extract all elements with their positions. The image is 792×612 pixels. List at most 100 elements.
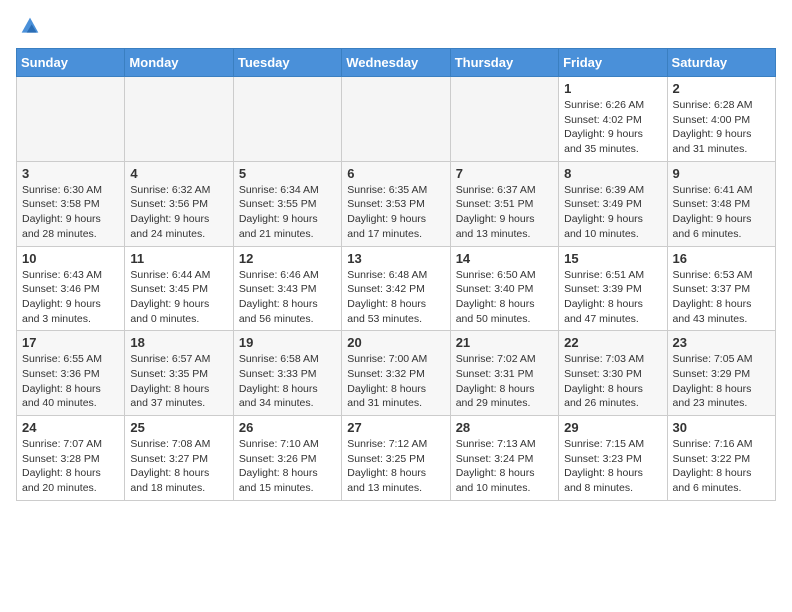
header-tuesday: Tuesday (233, 49, 341, 77)
calendar-cell: 10 Sunrise: 6:43 AMSunset: 3:46 PMDayligh… (17, 246, 125, 331)
calendar-cell: 12Sunrise: 6:46 AMSunset: 3:43 PMDayligh… (233, 246, 341, 331)
day-info: Sunrise: 7:12 AMSunset: 3:25 PMDaylight:… (347, 437, 444, 496)
calendar-cell: 18 Sunrise: 6:57 AMSunset: 3:35 PMDayligh… (125, 331, 233, 416)
calendar-week-1: 1 Sunrise: 6:26 AMSunset: 4:02 PMDaylight… (17, 77, 776, 162)
calendar-cell: 15Sunrise: 6:51 AMSunset: 3:39 PMDayligh… (559, 246, 667, 331)
day-number: 5 (239, 166, 336, 181)
day-info: Sunrise: 6:37 AMSunset: 3:51 PMDaylight:… (456, 183, 553, 242)
day-number: 3 (22, 166, 119, 181)
day-number: 24 (22, 420, 119, 435)
day-info: Sunrise: 6:30 AMSunset: 3:58 PMDaylight:… (22, 183, 119, 242)
day-info: Sunrise: 7:10 AMSunset: 3:26 PMDaylight:… (239, 437, 336, 496)
header-wednesday: Wednesday (342, 49, 450, 77)
day-number: 22 (564, 335, 661, 350)
day-info: Sunrise: 6:58 AMSunset: 3:33 PMDaylight:… (239, 352, 336, 411)
day-number: 11 (130, 251, 227, 266)
calendar-cell (17, 77, 125, 162)
day-info: Sunrise: 7:00 AMSunset: 3:32 PMDaylight:… (347, 352, 444, 411)
day-number: 12 (239, 251, 336, 266)
day-number: 27 (347, 420, 444, 435)
day-info: Sunrise: 7:15 AMSunset: 3:23 PMDaylight:… (564, 437, 661, 496)
calendar-cell: 17 Sunrise: 6:55 AMSunset: 3:36 PMDayligh… (17, 331, 125, 416)
calendar-cell: 8 Sunrise: 6:39 AMSunset: 3:49 PMDaylight… (559, 161, 667, 246)
day-info: Sunrise: 7:07 AMSunset: 3:28 PMDaylight:… (22, 437, 119, 496)
day-number: 28 (456, 420, 553, 435)
calendar-cell: 20 Sunrise: 7:00 AMSunset: 3:32 PMDayligh… (342, 331, 450, 416)
day-info: Sunrise: 7:16 AMSunset: 3:22 PMDaylight:… (673, 437, 770, 496)
calendar-cell: 19 Sunrise: 6:58 AMSunset: 3:33 PMDayligh… (233, 331, 341, 416)
day-info: Sunrise: 6:44 AMSunset: 3:45 PMDaylight:… (130, 268, 227, 327)
calendar-cell: 30Sunrise: 7:16 AMSunset: 3:22 PMDayligh… (667, 416, 775, 501)
day-info: Sunrise: 6:48 AMSunset: 3:42 PMDaylight:… (347, 268, 444, 327)
day-info: Sunrise: 7:13 AMSunset: 3:24 PMDaylight:… (456, 437, 553, 496)
calendar-cell: 6Sunrise: 6:35 AMSunset: 3:53 PMDaylight… (342, 161, 450, 246)
header-saturday: Saturday (667, 49, 775, 77)
day-number: 9 (673, 166, 770, 181)
calendar-cell: 23 Sunrise: 7:05 AMSunset: 3:29 PMDayligh… (667, 331, 775, 416)
day-number: 21 (456, 335, 553, 350)
calendar-header-row: SundayMondayTuesdayWednesdayThursdayFrid… (17, 49, 776, 77)
day-number: 18 (130, 335, 227, 350)
calendar-cell (125, 77, 233, 162)
calendar-cell: 27 Sunrise: 7:12 AMSunset: 3:25 PMDayligh… (342, 416, 450, 501)
day-info: Sunrise: 6:34 AMSunset: 3:55 PMDaylight:… (239, 183, 336, 242)
day-number: 2 (673, 81, 770, 96)
day-number: 25 (130, 420, 227, 435)
day-number: 1 (564, 81, 661, 96)
header-monday: Monday (125, 49, 233, 77)
day-number: 17 (22, 335, 119, 350)
calendar-week-4: 17 Sunrise: 6:55 AMSunset: 3:36 PMDayligh… (17, 331, 776, 416)
day-number: 19 (239, 335, 336, 350)
calendar-cell: 14Sunrise: 6:50 AMSunset: 3:40 PMDayligh… (450, 246, 558, 331)
calendar-cell: 7 Sunrise: 6:37 AMSunset: 3:51 PMDaylight… (450, 161, 558, 246)
page-header (16, 16, 776, 36)
day-number: 29 (564, 420, 661, 435)
day-number: 23 (673, 335, 770, 350)
calendar-cell: 5 Sunrise: 6:34 AMSunset: 3:55 PMDaylight… (233, 161, 341, 246)
day-info: Sunrise: 6:50 AMSunset: 3:40 PMDaylight:… (456, 268, 553, 327)
calendar-cell (233, 77, 341, 162)
day-info: Sunrise: 6:43 AMSunset: 3:46 PMDaylight:… (22, 268, 119, 327)
day-info: Sunrise: 6:32 AMSunset: 3:56 PMDaylight:… (130, 183, 227, 242)
logo (16, 16, 42, 36)
header-thursday: Thursday (450, 49, 558, 77)
calendar-cell: 3 Sunrise: 6:30 AMSunset: 3:58 PMDaylight… (17, 161, 125, 246)
calendar-cell: 25 Sunrise: 7:08 AMSunset: 3:27 PMDayligh… (125, 416, 233, 501)
day-info: Sunrise: 7:03 AMSunset: 3:30 PMDaylight:… (564, 352, 661, 411)
calendar-cell: 1 Sunrise: 6:26 AMSunset: 4:02 PMDaylight… (559, 77, 667, 162)
day-info: Sunrise: 6:26 AMSunset: 4:02 PMDaylight:… (564, 98, 661, 157)
day-info: Sunrise: 7:05 AMSunset: 3:29 PMDaylight:… (673, 352, 770, 411)
calendar-cell: 28 Sunrise: 7:13 AMSunset: 3:24 PMDayligh… (450, 416, 558, 501)
calendar-cell: 2 Sunrise: 6:28 AMSunset: 4:00 PMDaylight… (667, 77, 775, 162)
day-number: 15 (564, 251, 661, 266)
day-number: 7 (456, 166, 553, 181)
day-number: 20 (347, 335, 444, 350)
day-number: 10 (22, 251, 119, 266)
calendar-cell: 13 Sunrise: 6:48 AMSunset: 3:42 PMDayligh… (342, 246, 450, 331)
day-info: Sunrise: 6:35 AMSunset: 3:53 PMDaylight:… (347, 183, 444, 242)
logo-icon (20, 16, 40, 36)
calendar-week-5: 24 Sunrise: 7:07 AMSunset: 3:28 PMDayligh… (17, 416, 776, 501)
calendar-cell: 9Sunrise: 6:41 AMSunset: 3:48 PMDaylight… (667, 161, 775, 246)
day-info: Sunrise: 7:02 AMSunset: 3:31 PMDaylight:… (456, 352, 553, 411)
day-info: Sunrise: 6:39 AMSunset: 3:49 PMDaylight:… (564, 183, 661, 242)
day-info: Sunrise: 6:57 AMSunset: 3:35 PMDaylight:… (130, 352, 227, 411)
header-sunday: Sunday (17, 49, 125, 77)
day-number: 8 (564, 166, 661, 181)
calendar-cell (450, 77, 558, 162)
day-number: 16 (673, 251, 770, 266)
day-info: Sunrise: 6:28 AMSunset: 4:00 PMDaylight:… (673, 98, 770, 157)
day-number: 13 (347, 251, 444, 266)
day-info: Sunrise: 6:55 AMSunset: 3:36 PMDaylight:… (22, 352, 119, 411)
header-friday: Friday (559, 49, 667, 77)
calendar-cell: 26 Sunrise: 7:10 AMSunset: 3:26 PMDayligh… (233, 416, 341, 501)
calendar-cell: 16 Sunrise: 6:53 AMSunset: 3:37 PMDayligh… (667, 246, 775, 331)
day-info: Sunrise: 6:53 AMSunset: 3:37 PMDaylight:… (673, 268, 770, 327)
day-number: 26 (239, 420, 336, 435)
calendar-cell: 21 Sunrise: 7:02 AMSunset: 3:31 PMDayligh… (450, 331, 558, 416)
calendar-cell: 22 Sunrise: 7:03 AMSunset: 3:30 PMDayligh… (559, 331, 667, 416)
calendar-cell: 4Sunrise: 6:32 AMSunset: 3:56 PMDaylight… (125, 161, 233, 246)
calendar-table: SundayMondayTuesdayWednesdayThursdayFrid… (16, 48, 776, 501)
day-info: Sunrise: 7:08 AMSunset: 3:27 PMDaylight:… (130, 437, 227, 496)
calendar-cell: 11 Sunrise: 6:44 AMSunset: 3:45 PMDayligh… (125, 246, 233, 331)
